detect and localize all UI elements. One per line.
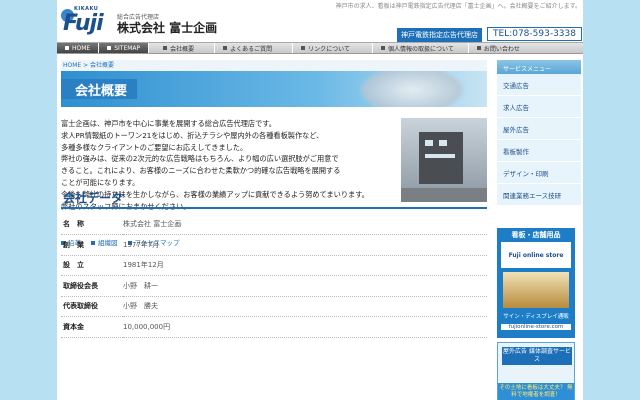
mail-icon (476, 46, 481, 50)
kobe-railway-badge: 神戸電鉄指定広告代理店 (397, 28, 482, 42)
nav-label: 会社概要 (170, 45, 195, 53)
sidebar-item-ace-giken[interactable]: 関連業務エース技研 (497, 184, 581, 206)
nav-label: 個人情報の取扱について (388, 45, 454, 53)
page-hero: 会社概要 (61, 71, 487, 107)
nav-label: SITEMAP (114, 44, 141, 52)
nav-privacy[interactable]: 個人情報の取扱について (373, 43, 469, 53)
nav-sitemap[interactable]: SITEMAP (99, 43, 150, 53)
media-survey-banner[interactable]: 屋外広告 媒体調査サービス その土地に看板は大丈夫？ 無料で地権者を調査！ (497, 342, 575, 400)
window-shape (439, 140, 447, 146)
window-shape (425, 154, 455, 158)
online-store-logo: Fuji online store (501, 242, 571, 268)
bullet-icon (163, 46, 168, 50)
row-key: 名 称 (61, 214, 123, 235)
banner-title: 看板・店舗用品 (511, 231, 561, 239)
breadcrumb[interactable]: HOME > 会社概要 (61, 60, 487, 71)
global-nav: HOME SITEMAP 会社概要 よくあるご質問 リンクについて 個人情報の取… (57, 42, 583, 54)
bullet-icon (223, 46, 228, 50)
intro-line: 弊社の強みは、従来の2次元的な広告戦略はもちろん、より幅の広い選択肢がご用意で (61, 154, 339, 164)
sidebar: サービスメニュー 交通広告 求人広告 屋外広告 看板製作 デザイン・印刷 関連業… (497, 60, 581, 400)
company-data-heading: 会社データ (61, 189, 487, 209)
nav-label: よくあるご質問 (230, 45, 273, 53)
nav-company[interactable]: 会社概要 (149, 43, 216, 53)
table-row: 代表取締役 小野 勝夫 (61, 296, 487, 317)
nav-faq[interactable]: よくあるご質問 (215, 43, 294, 53)
table-row: 創 業 1977年7月 (61, 234, 487, 256)
row-value: 小野 耕一 (123, 275, 487, 297)
row-value: 小野 勝夫 (123, 296, 487, 317)
sidebar-item-design-print[interactable]: デザイン・印刷 (497, 162, 581, 184)
nav-links[interactable]: リンクについて (293, 43, 373, 53)
online-store-banner[interactable]: 看板・店舗用品 Fuji online store サイン・ディスプレイ通販 f… (497, 228, 575, 338)
page: KIKAKU Fuji 総合広告代理店 株式会社 富士企画 神戸市の求人、看板は… (57, 0, 583, 400)
header-tagline: 神戸市の求人、看板は神戸電鉄指定広告代理店「富士企画」へ。会社概要をご紹介します… (335, 3, 581, 10)
logo-word: Fuji (63, 11, 104, 36)
nav-label: HOME (72, 44, 91, 52)
page-title: 会社概要 (61, 79, 138, 99)
intro-line: 富士企画は、神戸市を中心に事業を展開する総合広告代理店です。 (61, 119, 276, 128)
intro-line: きること。これにより、お客様のニーズに合わせた柔軟かつ的確な広告戦略を展開する (61, 166, 341, 176)
bullet-icon (381, 46, 385, 50)
banner-title: 屋外広告 媒体調査サービス (502, 347, 572, 365)
banner-url: fujionline-store.com (501, 324, 571, 330)
sidebar-heading: サービスメニュー (497, 60, 581, 74)
row-key: 資本金 (61, 316, 123, 338)
intro-line: 求人PR情報紙のトーワン21をはじめ、折込チラシや屋内外の各種看板製作など、 (61, 130, 324, 140)
row-key: 創 業 (61, 234, 123, 256)
table-row: 設 立 1981年12月 (61, 255, 487, 276)
sidebar-item-transit-ads[interactable]: 交通広告 (497, 74, 581, 96)
sidebar-item-outdoor-ads[interactable]: 屋外広告 (497, 118, 581, 140)
row-key: 代表取締役 (61, 296, 123, 317)
row-key: 取締役会長 (61, 275, 123, 297)
row-value: 株式会社 富士企画 (123, 214, 487, 235)
banner-caption: その土地に看板は大丈夫？ 無料で地権者を調査！ (498, 383, 574, 400)
table-row: 取締役会長 小野 耕一 (61, 275, 487, 297)
banner-caption: サイン・ディスプレイ通販 (503, 314, 569, 320)
nav-label: リンクについて (308, 45, 350, 53)
handshake-image (357, 71, 467, 107)
phone-number: TEL:078-593-3338 (487, 27, 582, 41)
store-products-image (503, 272, 569, 308)
sidebar-item-signboards[interactable]: 看板製作 (497, 140, 581, 162)
site-header: KIKAKU Fuji 総合広告代理店 株式会社 富士企画 神戸市の求人、看板は… (57, 0, 583, 42)
intro-line: 多種多様なクライアントのご要望にお応えしてきました。 (61, 142, 248, 152)
bullet-icon (301, 46, 306, 50)
nav-home[interactable]: HOME (57, 43, 100, 53)
nav-contact[interactable]: お問い合わせ (469, 43, 528, 53)
row-value: 1981年12月 (123, 255, 487, 276)
table-row: 名 称株式会社 富士企画 (61, 214, 487, 235)
bullet-icon (65, 46, 69, 50)
intro-line: ことが可能になります。 (61, 177, 140, 187)
company-name: 株式会社 富士企画 (117, 21, 218, 35)
row-key: 設 立 (61, 255, 123, 276)
row-value: 1977年7月 (123, 234, 487, 256)
table-row: 資本金 10,000,000円 (61, 316, 487, 338)
nav-label: お問い合わせ (483, 45, 520, 53)
bullet-icon (107, 46, 112, 50)
window-shape (425, 140, 433, 146)
sidebar-item-job-ads[interactable]: 求人広告 (497, 96, 581, 118)
row-value: 10,000,000円 (123, 316, 487, 338)
site-logo[interactable]: KIKAKU Fuji (61, 6, 111, 36)
company-data-table: 名 称株式会社 富士企画 創 業 1977年7月 設 立 1981年12月 取締役会… (61, 214, 487, 338)
